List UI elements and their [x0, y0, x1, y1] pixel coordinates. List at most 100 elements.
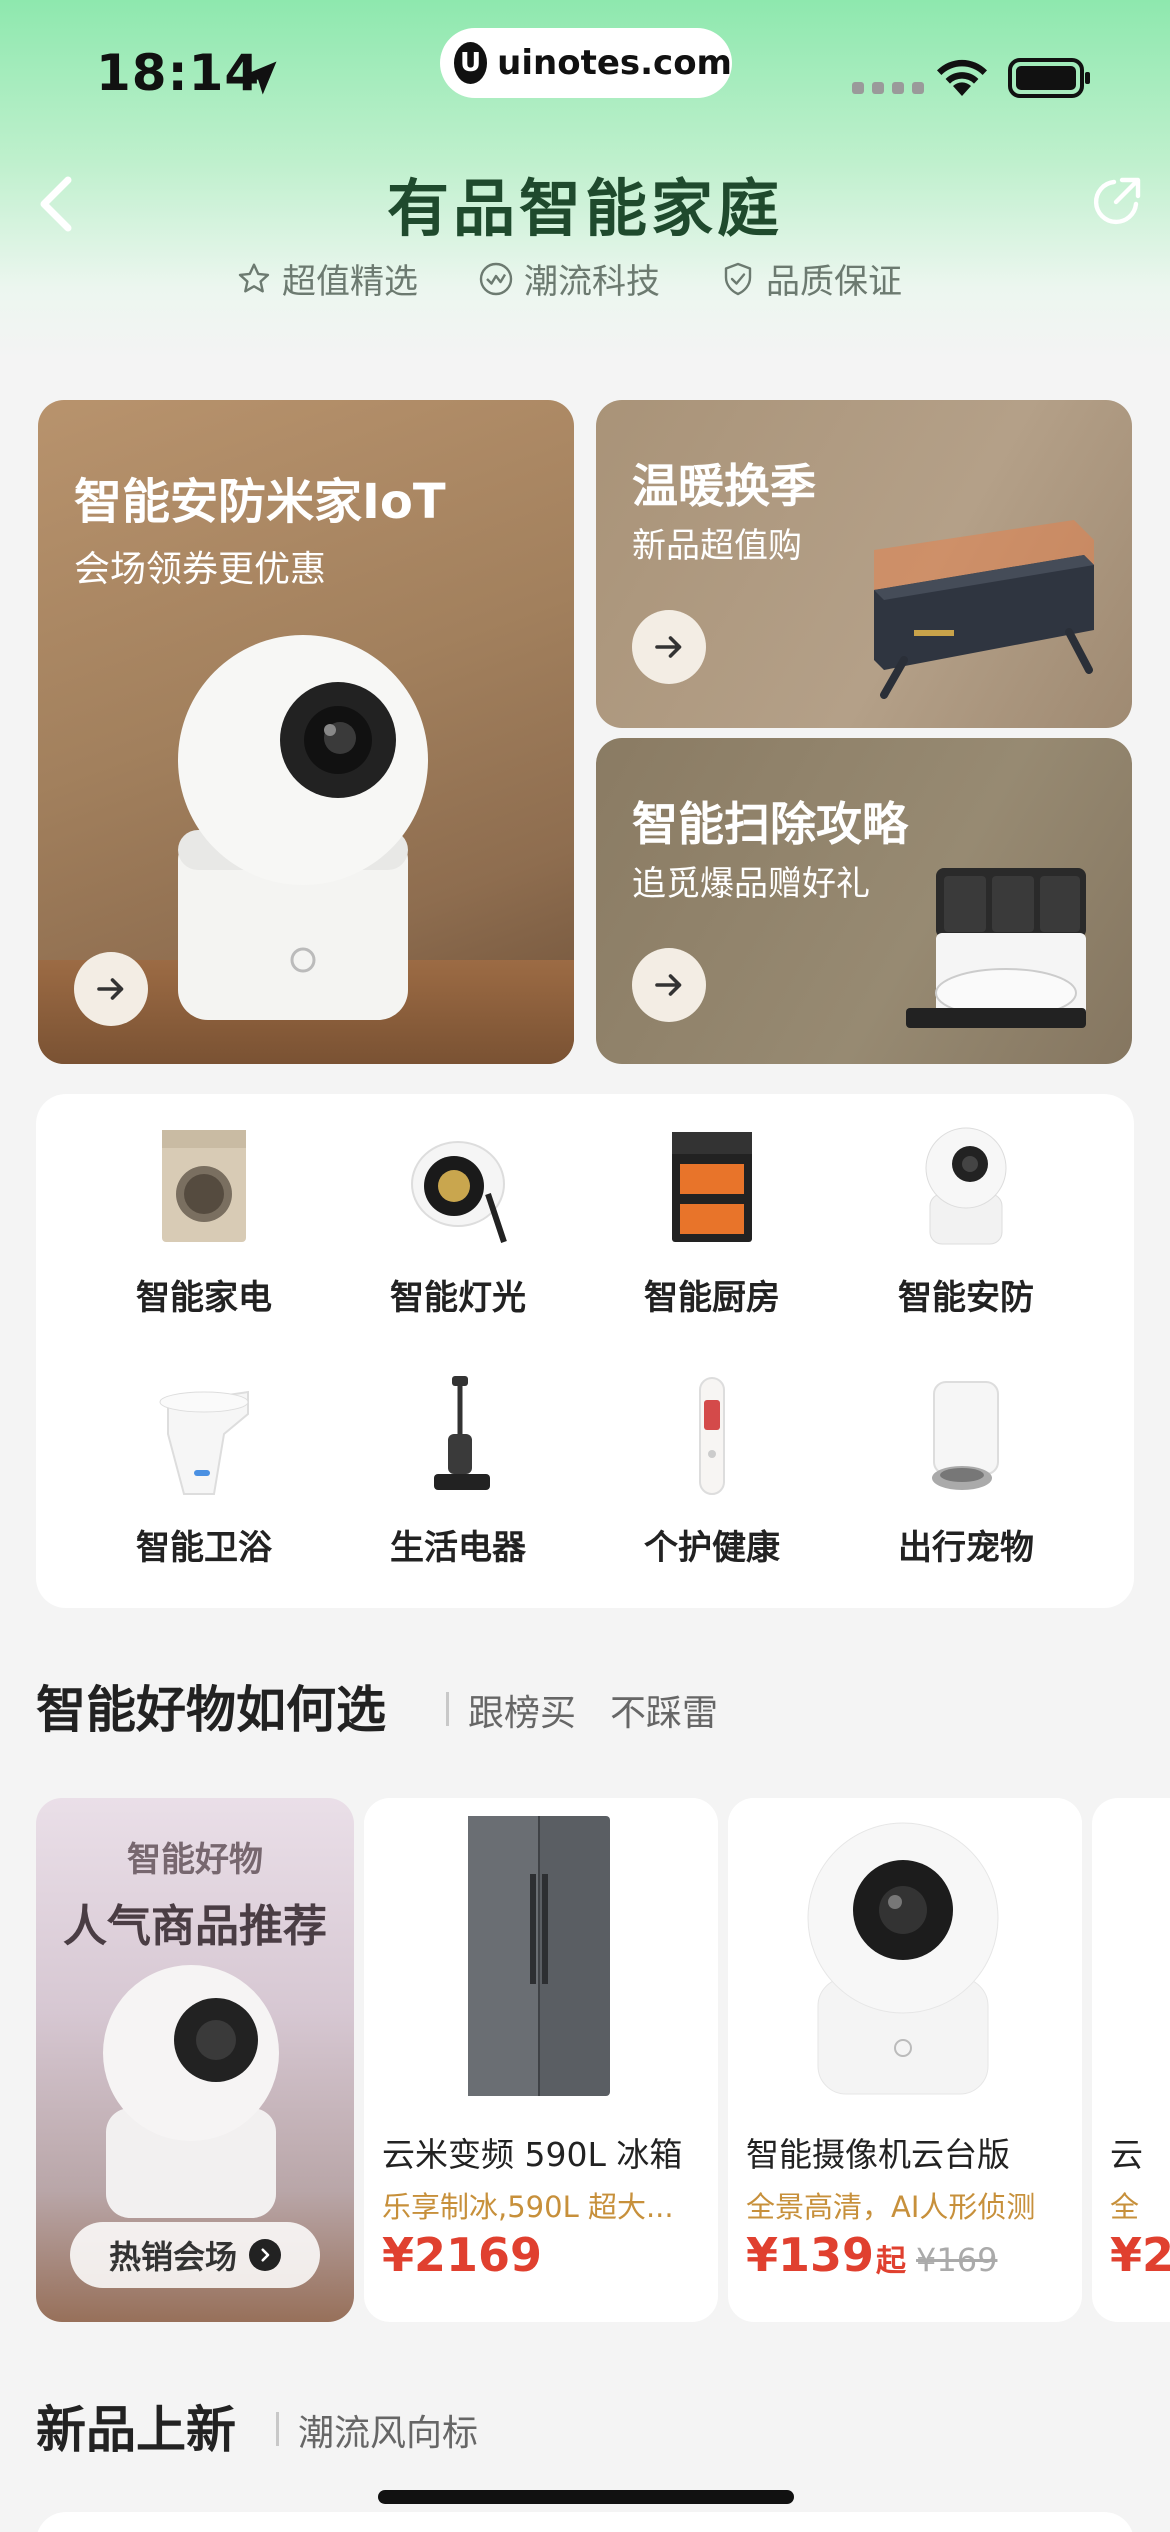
banner-title: 温暖换季	[632, 459, 816, 513]
category-smart-appliance[interactable]: 智能家电	[104, 1094, 304, 1318]
banner-arrow-button[interactable]	[632, 610, 706, 684]
arrow-right-icon	[655, 974, 682, 996]
category-label: 智能安防	[898, 1278, 1034, 1318]
banner-warm-season[interactable]: 温暖换季 新品超值购	[596, 400, 1132, 728]
feature-label: 潮流科技	[524, 262, 660, 302]
cellular-signal-icon	[852, 82, 924, 94]
arrow-right-icon	[655, 636, 682, 658]
product-price: ¥2	[1110, 2228, 1170, 2282]
shield-check-icon	[724, 262, 752, 295]
star-icon	[238, 263, 270, 292]
hot-sale-button[interactable]: 热销会场	[70, 2222, 320, 2288]
robot-vacuum-image	[906, 868, 1086, 1028]
feature-quality: 品质保证	[720, 254, 902, 303]
wifi-icon	[937, 59, 987, 96]
thermometer-icon	[699, 1377, 725, 1495]
url-text: uinotes.com	[497, 43, 732, 83]
feature-label: 品质保证	[766, 262, 902, 302]
pet-feeder-icon	[932, 1381, 999, 1490]
feature-row: 超值精选 潮流科技 品质保证	[236, 254, 902, 303]
category-label: 智能灯光	[390, 1278, 526, 1318]
security-camera-image	[178, 635, 428, 1020]
category-travel-pet[interactable]: 出行宠物	[866, 1344, 1066, 1568]
smart-toilet-icon	[159, 1390, 249, 1495]
product-card[interactable]: 云 全 ¥2	[1092, 1798, 1170, 2322]
product-desc: 乐享制冰,590L 超大...	[382, 2190, 674, 2224]
category-label: 生活电器	[390, 1528, 526, 1568]
category-label: 智能家电	[136, 1278, 272, 1318]
section-title-picks: 智能好物如何选	[36, 1681, 386, 1739]
trend-icon	[479, 262, 513, 295]
banner-title: 智能安防米家IoT	[74, 474, 446, 530]
price-current: ¥2	[1110, 2228, 1170, 2282]
kitchen-stove-icon	[672, 1132, 752, 1242]
product-name: 云	[1110, 2135, 1143, 2174]
section-divider	[276, 2412, 279, 2446]
promo-title: 人气商品推荐	[63, 1901, 327, 1952]
refrigerator-image	[468, 1816, 610, 2096]
url-pill[interactable]: U uinotes.com	[440, 28, 732, 98]
promo-kicker: 智能好物	[127, 1840, 263, 1880]
product-name: 智能摄像机云台版	[746, 2135, 1010, 2174]
category-smart-kitchen[interactable]: 智能厨房	[612, 1094, 812, 1318]
category-home-appliance[interactable]: 生活电器	[358, 1344, 558, 1568]
home-indicator[interactable]	[378, 2490, 794, 2504]
spotlight-icon	[411, 1141, 507, 1243]
section-subtitle: 跟榜买	[468, 1693, 577, 1734]
banner-smart-cleaning[interactable]: 智能扫除攻略 追觅爆品赠好礼	[596, 738, 1132, 1064]
product-image-area	[364, 1798, 718, 2116]
share-icon[interactable]	[1088, 174, 1144, 230]
location-arrow-icon	[243, 61, 277, 95]
security-camera-icon	[925, 1127, 1007, 1245]
promo-card-popular[interactable]: 智能好物 人气商品推荐 热销会场	[36, 1798, 354, 2322]
category-smart-security[interactable]: 智能安防	[866, 1094, 1066, 1318]
category-label: 出行宠物	[898, 1528, 1034, 1568]
site-logo: U	[454, 42, 488, 84]
section-subtitle: 不踩雷	[610, 1693, 719, 1734]
heater-image	[874, 520, 1094, 699]
banner-subtitle: 新品超值购	[632, 526, 802, 566]
camera-product-image	[807, 1822, 999, 2095]
price-current: ¥139	[746, 2228, 875, 2282]
banner-title: 智能扫除攻略	[632, 797, 908, 851]
chevron-right-icon	[249, 2239, 281, 2271]
feature-label: 超值精选	[282, 262, 418, 302]
banner-arrow-button[interactable]	[74, 952, 148, 1026]
price-current: ¥2169	[382, 2228, 543, 2282]
feature-tech: 潮流科技	[478, 254, 660, 303]
category-personal-care[interactable]: 个护健康	[612, 1344, 812, 1568]
product-name: 云米变频 590L 冰箱	[382, 2135, 683, 2174]
section-subtitle: 潮流风向标	[298, 2413, 479, 2454]
price-suffix: 起	[876, 2244, 907, 2279]
battery-icon	[1008, 58, 1090, 98]
product-card[interactable]: 云米变频 590L 冰箱 乐享制冰,590L 超大... ¥2169	[364, 1798, 718, 2322]
category-label: 智能厨房	[644, 1278, 780, 1318]
section-title-new: 新品上新	[36, 2401, 236, 2459]
washing-machine-icon	[162, 1130, 246, 1242]
status-bar: 18:14 U uinotes.com	[0, 0, 1170, 150]
product-card[interactable]: 智能摄像机云台版 全景高清，AI人形侦测 ¥139 起 ¥169	[728, 1798, 1082, 2322]
category-smart-bathroom[interactable]: 智能卫浴	[104, 1344, 304, 1568]
category-smart-lighting[interactable]: 智能灯光	[358, 1094, 558, 1318]
new-products-card	[36, 2512, 1134, 2532]
promo-camera-image	[103, 1965, 279, 2218]
page-title: 有品智能家庭	[386, 172, 783, 245]
price-original: ¥169	[916, 2241, 998, 2279]
banner-subtitle: 追觅爆品赠好礼	[632, 864, 870, 904]
hot-sale-label: 热销会场	[108, 2238, 237, 2276]
category-grid: 智能家电 智能灯光 智能厨房 智能安防 智能卫浴 生活电器 个护健康 出行宠物	[36, 1094, 1134, 1608]
product-desc: 全景高清，AI人形侦测	[746, 2190, 1036, 2224]
product-price: ¥139 起 ¥169	[746, 2228, 997, 2282]
floor-washer-icon	[434, 1376, 490, 1490]
category-label: 个护健康	[644, 1528, 780, 1568]
product-desc: 全	[1110, 2190, 1140, 2224]
section-divider	[446, 1692, 449, 1726]
category-label: 智能卫浴	[136, 1528, 272, 1568]
status-time: 18:14	[96, 44, 261, 102]
banner-arrow-button[interactable]	[632, 948, 706, 1022]
feature-value: 超值精选	[236, 254, 418, 303]
banner-security-iot[interactable]: 智能安防米家IoT 会场领券更优惠	[38, 400, 574, 1064]
product-price: ¥2169	[382, 2228, 542, 2282]
product-image-area	[728, 1798, 1082, 2116]
banner-subtitle: 会场领券更优惠	[74, 549, 327, 590]
